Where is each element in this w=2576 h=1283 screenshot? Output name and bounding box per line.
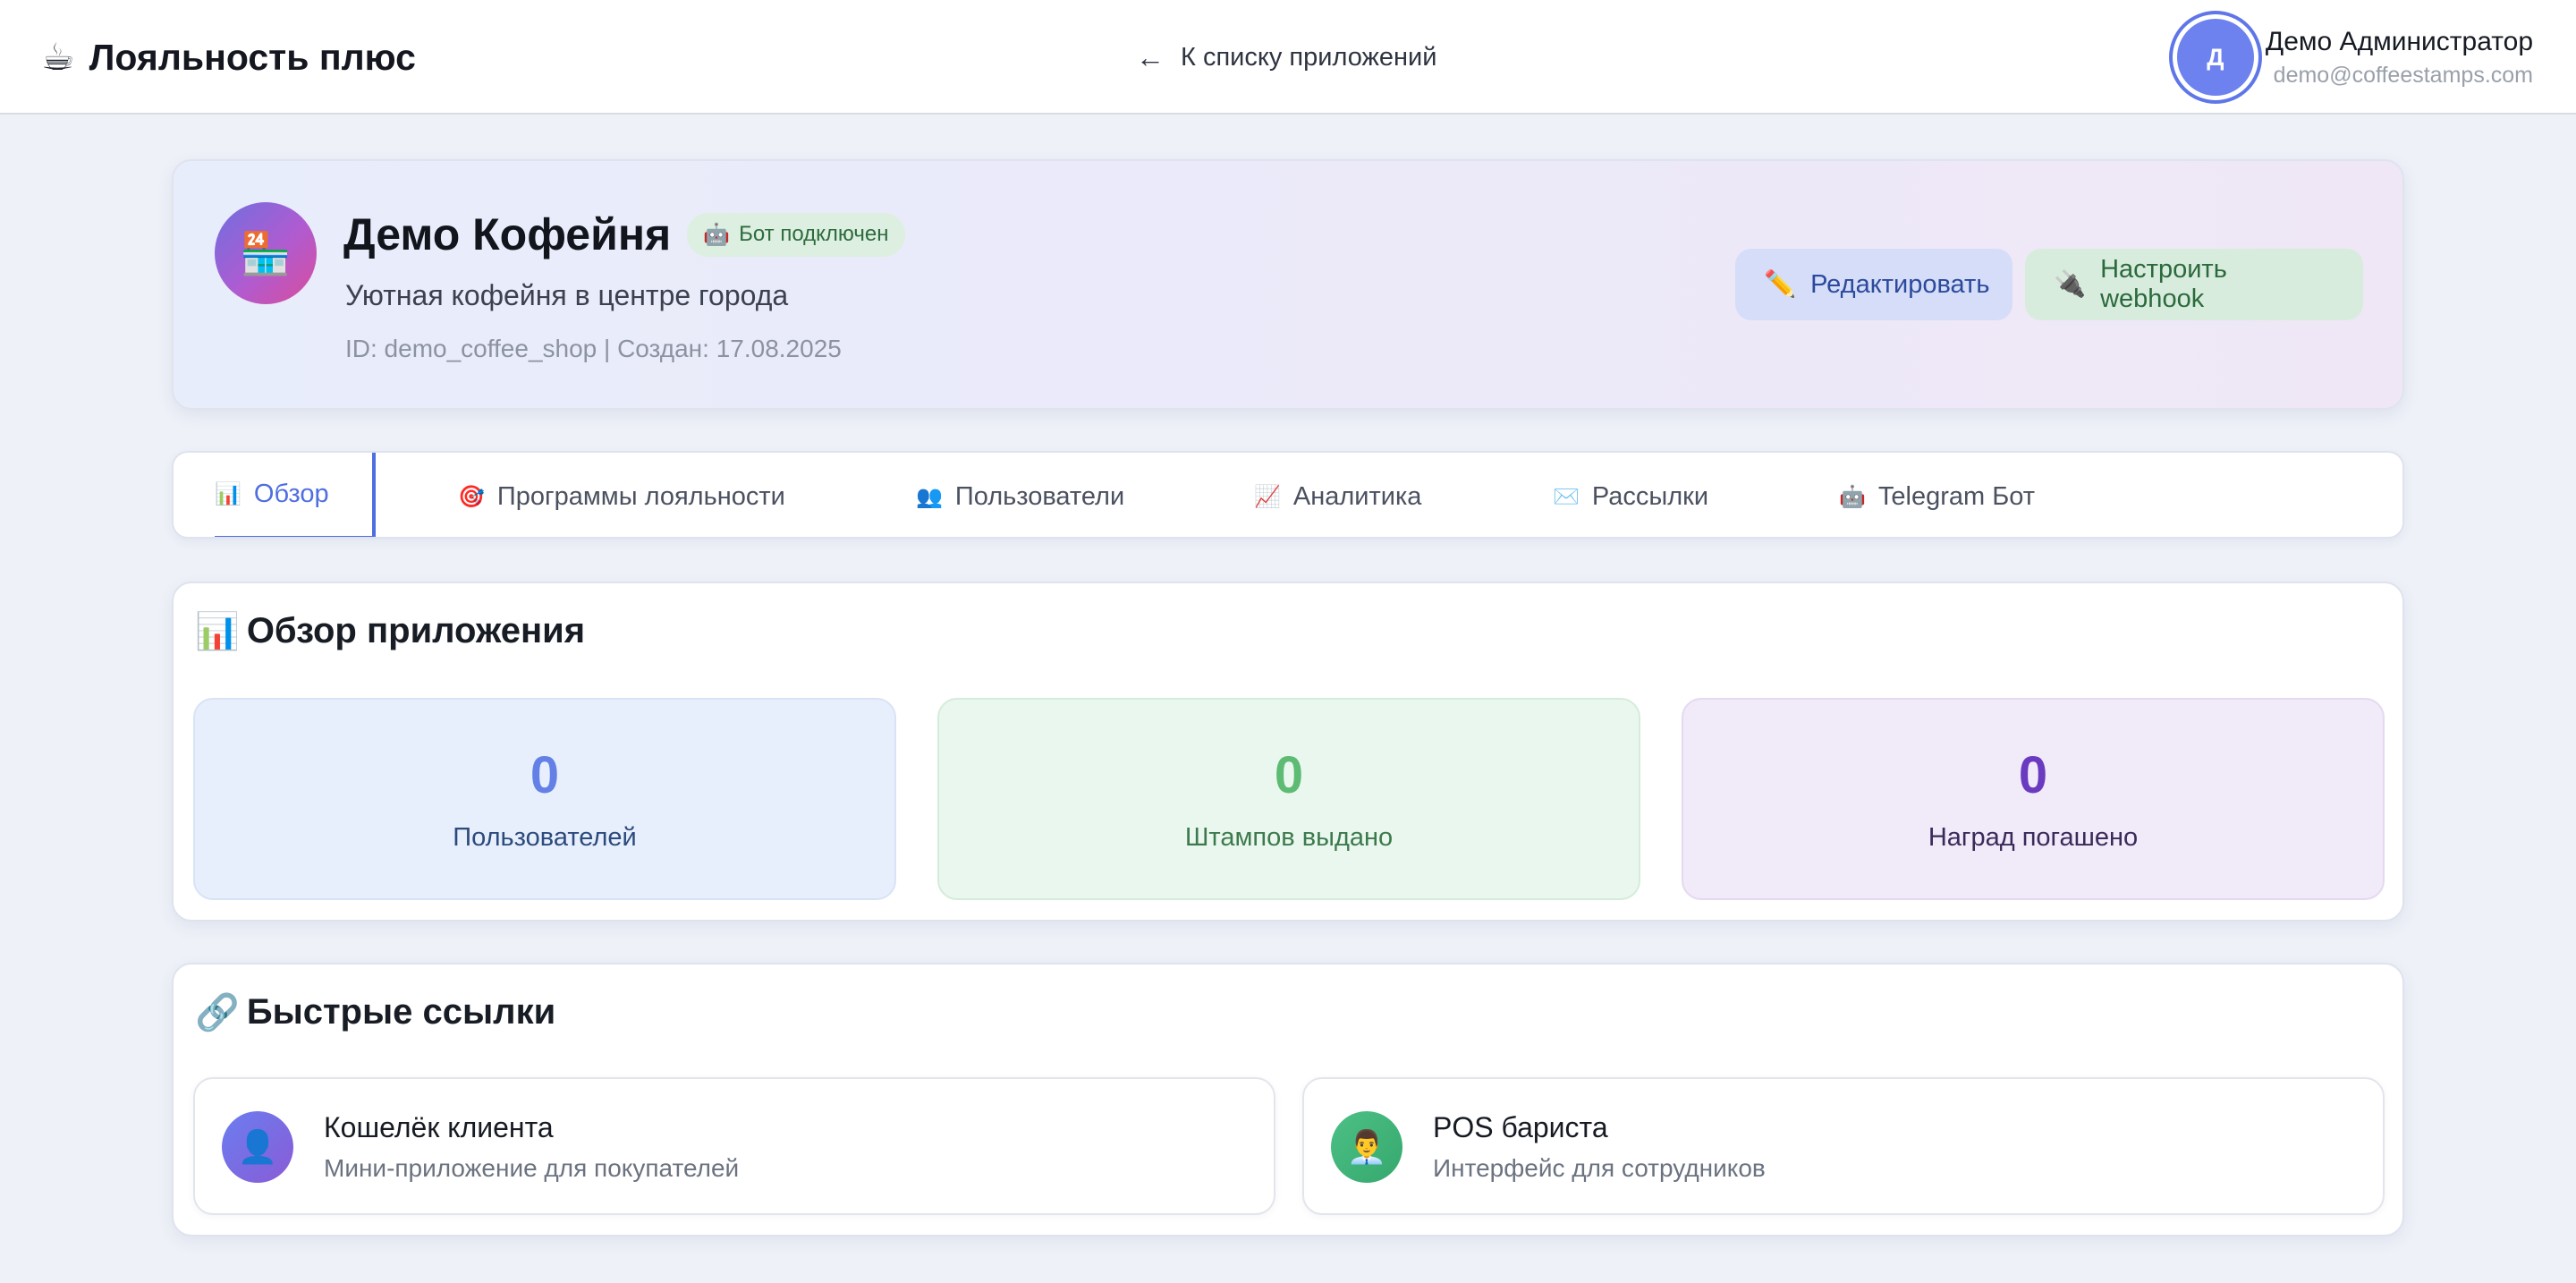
stat-users: 0 Пользователей [193, 698, 896, 900]
user-menu[interactable]: Д Демо Администратор demo@coffeestamps.c… [2172, 14, 2533, 100]
link-card-title: Кошелёк клиента [324, 1111, 554, 1143]
arrow-left-icon: ← [1136, 40, 1165, 73]
section-title-text: Быстрые ссылки [246, 992, 556, 1032]
plug-icon: 🔌 [2054, 270, 2087, 299]
link-card-subtitle: Мини-приложение для покупателей [324, 1154, 740, 1182]
user-info: Демо Администратор demo@coffeestamps.com [2266, 27, 2533, 89]
app-description: Уютная кофейня в центре города [345, 279, 789, 311]
tab-bar: 📊 Обзор 🎯 Программы лояльности 👥 Пользов… [172, 451, 2404, 539]
back-to-apps-link[interactable]: ← К списку приложений [1136, 36, 1436, 79]
link-icon: 🔗 [195, 993, 240, 1032]
pencil-icon: ✏️ [1764, 270, 1797, 299]
tab-telegram-bot[interactable]: 🤖 Telegram Бот [1839, 453, 2036, 537]
target-icon: 🎯 [458, 484, 485, 509]
overview-title: 📊 Обзор приложения [195, 610, 585, 652]
link-card-title: POS бариста [1433, 1111, 1608, 1143]
configure-webhook-button[interactable]: 🔌 Настроить webhook [2025, 249, 2363, 320]
tab-label: Аналитика [1292, 481, 1422, 511]
webhook-button-label: Настроить webhook [2100, 255, 2227, 313]
stat-stamps-issued: 0 Штампов выдано [937, 698, 1640, 900]
brand-name: Лояльность плюс [89, 36, 416, 78]
barista-icon: 👨‍💼 [1331, 1111, 1402, 1183]
status-badge-label: Бот подключен [739, 222, 889, 246]
stat-label: Наград погашено [1928, 823, 2139, 852]
app-title-row: Демо Кофейня 🤖 Бот подключен [343, 206, 905, 263]
client-wallet-link[interactable]: 👤 Кошелёк клиента Мини-приложение для по… [193, 1077, 1275, 1215]
bar-chart-icon: 📊 [195, 612, 240, 651]
quick-links-section: 🔗 Быстрые ссылки 👤 Кошелёк клиента Мини-… [172, 963, 2404, 1236]
brand[interactable]: ☕ Лояльность плюс [41, 30, 416, 84]
user-name: Демо Администратор [2265, 26, 2533, 56]
avatar[interactable]: Д [2172, 14, 2258, 100]
edit-button-label: Редактировать [1810, 269, 1990, 299]
overview-section: 📊 Обзор приложения 0 Пользователей 0 Шта… [172, 582, 2404, 922]
barista-pos-link[interactable]: 👨‍💼 POS бариста Интерфейс для сотруднико… [1302, 1077, 2385, 1215]
section-title-text: Обзор приложения [246, 611, 586, 650]
tab-label: Пользователи [954, 481, 1125, 511]
stat-label: Штампов выдано [1184, 823, 1394, 852]
tab-mailings[interactable]: ✉️ Рассылки [1553, 453, 1709, 537]
stat-value: 0 [1274, 746, 1304, 804]
app-card: 🏪 Демо Кофейня 🤖 Бот подключен Уютная ко… [172, 159, 2404, 410]
user-email: demo@coffeestamps.com [2273, 62, 2533, 88]
line-chart-icon: 📈 [1254, 484, 1281, 509]
tab-overview[interactable]: 📊 Обзор [215, 453, 376, 537]
stat-label: Пользователей [453, 823, 637, 852]
users-icon: 👥 [916, 484, 943, 509]
back-link-label: К списку приложений [1181, 42, 1437, 72]
tab-loyalty-programs[interactable]: 🎯 Программы лояльности [458, 453, 785, 537]
robot-icon: 🤖 [703, 222, 731, 247]
user-icon: 👤 [222, 1111, 293, 1183]
tab-label: Рассылки [1591, 481, 1709, 511]
store-icon: 🏪 [215, 202, 317, 304]
app-title: Демо Кофейня [343, 209, 672, 259]
link-card-subtitle: Интерфейс для сотрудников [1433, 1154, 1766, 1182]
tab-analytics[interactable]: 📈 Аналитика [1254, 453, 1422, 537]
stat-value: 0 [530, 746, 560, 804]
stat-value: 0 [2018, 746, 2048, 804]
robot-icon: 🤖 [1839, 484, 1866, 509]
status-badge: 🤖 Бот подключен [687, 212, 905, 257]
bar-chart-icon: 📊 [215, 482, 242, 506]
envelope-icon: ✉️ [1553, 484, 1580, 509]
app-meta: ID: demo_coffee_shop | Создан: 17.08.202… [345, 335, 842, 362]
top-bar: ☕ Лояльность плюс ← К списку приложений … [0, 0, 2576, 115]
edit-button[interactable]: ✏️ Редактировать [1735, 249, 2012, 320]
stat-rewards-redeemed: 0 Наград погашено [1682, 698, 2385, 900]
coffee-icon: ☕ [41, 36, 75, 78]
tab-label: Telegram Бот [1877, 481, 2036, 511]
quick-links-title: 🔗 Быстрые ссылки [195, 991, 555, 1033]
tab-label: Обзор [253, 480, 329, 508]
tab-users[interactable]: 👥 Пользователи [916, 453, 1125, 537]
tab-label: Программы лояльности [496, 481, 785, 511]
